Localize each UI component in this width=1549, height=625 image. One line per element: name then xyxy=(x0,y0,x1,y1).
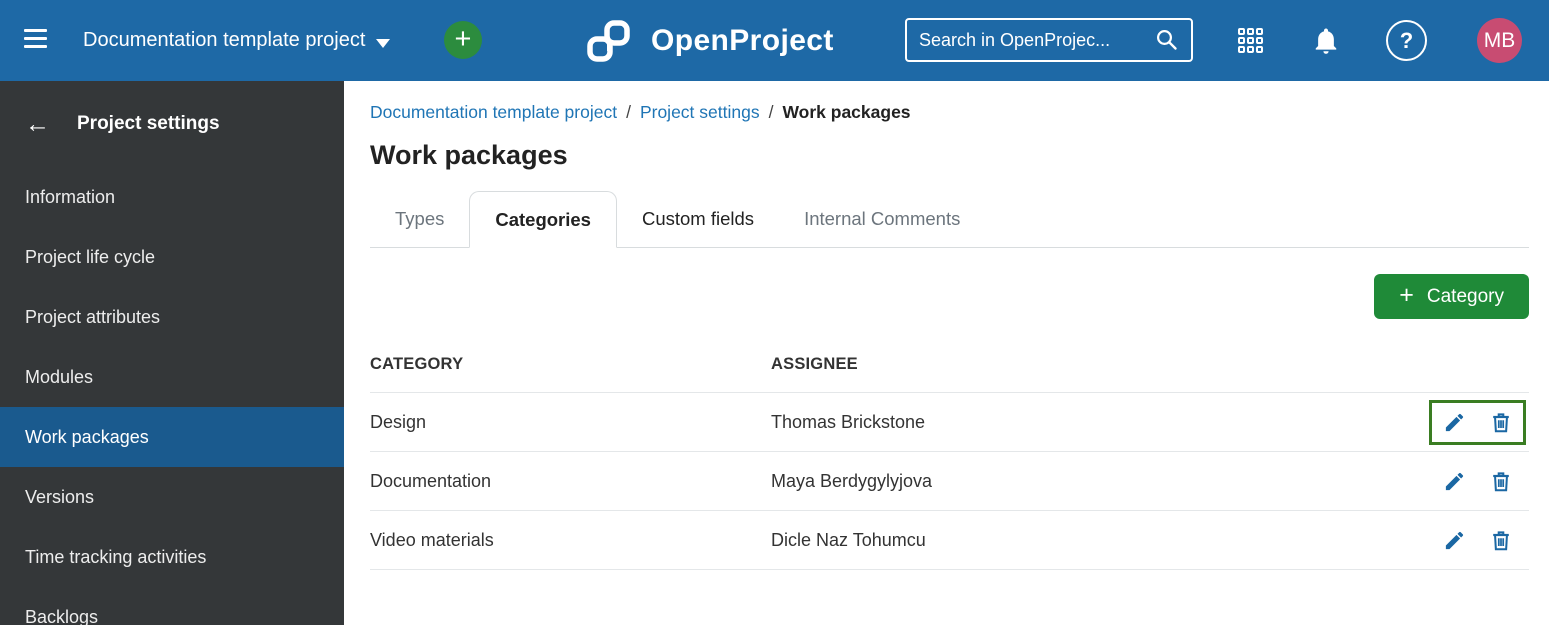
tab-custom-fields[interactable]: Custom fields xyxy=(617,191,779,247)
highlight-box xyxy=(1429,399,1526,445)
table-row: Design Thomas Brickstone xyxy=(370,392,1529,452)
category-cell: Video materials xyxy=(370,510,771,570)
category-cell: Documentation xyxy=(370,451,771,511)
sidebar-title: Project settings xyxy=(77,113,220,134)
chevron-down-icon xyxy=(376,39,391,48)
add-category-button[interactable]: + Category xyxy=(1374,274,1529,319)
sidebar-item-information[interactable]: Information xyxy=(0,167,344,227)
actions-cell xyxy=(1409,451,1529,511)
edit-pencil-icon[interactable] xyxy=(1443,411,1466,434)
search-icon[interactable] xyxy=(1155,28,1179,52)
sidebar-item-work-packages[interactable]: Work packages xyxy=(0,407,344,467)
column-header-assignee: ASSIGNEE xyxy=(771,355,1409,393)
table-row: Video materials Dicle Naz Tohumcu xyxy=(370,510,1529,570)
delete-trash-icon[interactable] xyxy=(1490,411,1512,434)
breadcrumb-separator: / xyxy=(626,102,631,122)
quick-add-button[interactable]: + xyxy=(444,21,482,59)
category-cell: Design xyxy=(370,392,771,452)
breadcrumb-link-project[interactable]: Documentation template project xyxy=(370,102,617,123)
sidebar-nav: Information Project life cycle Project a… xyxy=(0,167,344,625)
breadcrumb: Documentation template project / Project… xyxy=(370,102,1529,123)
assignee-cell: Thomas Brickstone xyxy=(771,392,1409,452)
edit-pencil-icon[interactable] xyxy=(1443,529,1466,552)
column-header-actions xyxy=(1409,355,1529,393)
edit-pencil-icon[interactable] xyxy=(1443,470,1466,493)
hamburger-menu-icon[interactable] xyxy=(24,29,47,48)
assignee-cell: Maya Berdygylyjova xyxy=(771,451,1409,511)
project-selector-label: Documentation template project xyxy=(83,29,366,51)
search-input[interactable] xyxy=(919,29,1155,51)
actions-cell xyxy=(1409,392,1529,452)
avatar[interactable]: MB xyxy=(1477,18,1522,63)
table-row: Documentation Maya Berdygylyjova xyxy=(370,451,1529,511)
toolbar: + Category xyxy=(370,274,1529,319)
actions-cell xyxy=(1409,510,1529,570)
breadcrumb-current: Work packages xyxy=(782,102,911,122)
sidebar-item-project-life-cycle[interactable]: Project life cycle xyxy=(0,227,344,287)
tab-types[interactable]: Types xyxy=(370,191,469,247)
app-window: Documentation template project + OpenPro… xyxy=(0,0,1549,625)
column-header-category: CATEGORY xyxy=(370,355,771,393)
project-selector[interactable]: Documentation template project xyxy=(83,0,391,81)
openproject-logo-icon xyxy=(586,19,638,63)
sidebar-item-backlogs[interactable]: Backlogs xyxy=(0,587,344,625)
notifications-bell-icon[interactable] xyxy=(1311,25,1341,62)
assignee-cell: Dicle Naz Tohumcu xyxy=(771,510,1409,570)
add-category-label: Category xyxy=(1426,285,1504,307)
sidebar-header: ← Project settings xyxy=(0,81,344,167)
main-content: Documentation template project / Project… xyxy=(344,81,1549,625)
sidebar-item-versions[interactable]: Versions xyxy=(0,467,344,527)
plus-icon: + xyxy=(1399,281,1414,309)
tab-internal-comments[interactable]: Internal Comments xyxy=(779,191,985,247)
sidebar-item-modules[interactable]: Modules xyxy=(0,347,344,407)
page-title: Work packages xyxy=(370,140,568,170)
breadcrumb-link-project-settings[interactable]: Project settings xyxy=(640,102,760,123)
categories-table: CATEGORY ASSIGNEE Design Thomas Bricksto… xyxy=(370,355,1529,570)
global-search-box xyxy=(905,18,1193,62)
openproject-logo[interactable]: OpenProject xyxy=(586,0,834,81)
tab-bar: Types Categories Custom fields Internal … xyxy=(370,191,1529,248)
table-header-row: CATEGORY ASSIGNEE xyxy=(370,355,1529,393)
tab-categories[interactable]: Categories xyxy=(469,191,617,248)
sidebar: ← Project settings Information Project l… xyxy=(0,81,344,625)
openproject-logo-text: OpenProject xyxy=(651,23,834,57)
breadcrumb-separator: / xyxy=(768,102,774,122)
sidebar-item-project-attributes[interactable]: Project attributes xyxy=(0,287,344,347)
back-arrow-icon[interactable]: ← xyxy=(25,111,50,137)
delete-trash-icon[interactable] xyxy=(1490,470,1512,493)
plus-icon: + xyxy=(454,22,472,55)
help-icon[interactable]: ? xyxy=(1386,20,1427,61)
delete-trash-icon[interactable] xyxy=(1490,529,1512,552)
sidebar-item-time-tracking-activities[interactable]: Time tracking activities xyxy=(0,527,344,587)
avatar-initials: MB xyxy=(1483,28,1516,52)
top-header-bar: Documentation template project + OpenPro… xyxy=(0,0,1549,81)
modules-grid-icon[interactable] xyxy=(1238,28,1263,53)
